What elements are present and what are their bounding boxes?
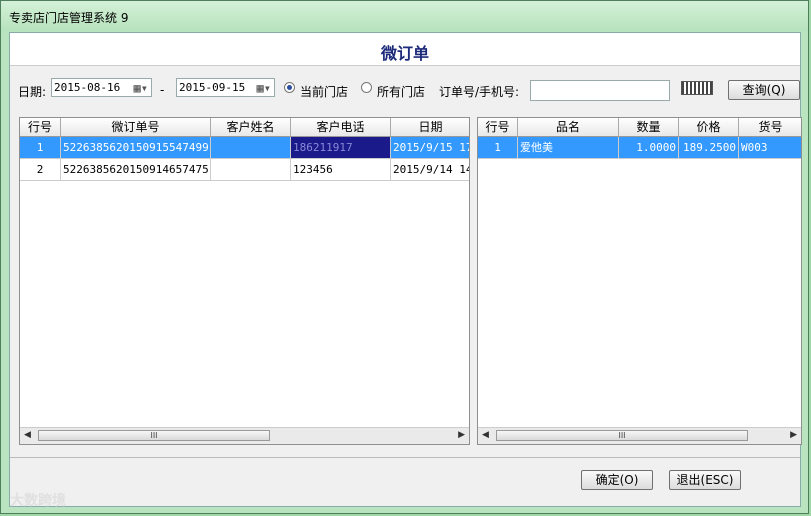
query-button[interactable]: 查询(Q) xyxy=(728,80,800,100)
order-phone-label: 订单号/手机号: xyxy=(439,85,520,99)
order-phone-input[interactable] xyxy=(530,80,670,101)
customer-name xyxy=(211,137,291,159)
scroll-right-icon[interactable]: ▶ xyxy=(458,430,465,440)
customer-phone: 123456 xyxy=(291,159,391,181)
orders-horizontal-scrollbar[interactable]: ◀ III ▶ xyxy=(20,427,469,444)
order-id: 522638562015091465747510 xyxy=(61,159,211,181)
table-row[interactable]: 2 522638562015091465747510 123456 2015/9… xyxy=(20,159,469,181)
keyboard-icon[interactable] xyxy=(681,81,713,95)
orders-table-header: 行号 微订单号 客户姓名 客户电话 日期 xyxy=(20,118,469,137)
dialog-content: 微订单 日期: 2015-08-16 ▦▾ - 2015-09-15 ▦▾ 当前… xyxy=(9,32,802,508)
order-id: 52263856201509155474991O xyxy=(61,137,211,159)
date-separator: - xyxy=(160,83,165,97)
page-title: 微订单 xyxy=(380,44,429,63)
column-header[interactable]: 品名 xyxy=(518,118,619,136)
scroll-left-icon[interactable]: ◀ xyxy=(24,430,31,440)
start-date-value: 2015-08-16 xyxy=(54,81,121,94)
column-header[interactable]: 客户电话 xyxy=(291,118,391,136)
table-row[interactable]: 1 52263856201509155474991O 186211917 201… xyxy=(20,137,469,159)
order-items-table: 行号 品名 数量 价格 货号 1 爱他美 1.0000 189.2500 W00… xyxy=(477,117,802,445)
calendar-dropdown-icon[interactable]: ▦▾ xyxy=(257,81,271,95)
row-number: 2 xyxy=(20,159,61,181)
row-number: 1 xyxy=(20,137,61,159)
column-header[interactable]: 货号 xyxy=(739,118,801,136)
app-window: 专卖店门店管理系统 9 微订单 日期: 2015-08-16 ▦▾ - 2015… xyxy=(0,0,809,514)
end-date-value: 2015-09-15 xyxy=(179,81,246,94)
exit-button[interactable]: 退出(ESC) xyxy=(669,470,741,490)
column-header[interactable]: 微订单号 xyxy=(61,118,211,136)
title-bar: 专卖店门店管理系统 9 xyxy=(1,1,808,31)
start-date-picker[interactable]: 2015-08-16 ▦▾ xyxy=(51,78,152,97)
scope-current-label[interactable]: 当前门店 xyxy=(300,83,348,100)
quantity: 1.0000 xyxy=(619,137,679,159)
scroll-right-icon[interactable]: ▶ xyxy=(790,430,797,440)
date-label: 日期: xyxy=(18,85,47,99)
dialog-footer: 确定(O) 退出(ESC) xyxy=(10,457,800,508)
calendar-dropdown-icon[interactable]: ▦▾ xyxy=(134,81,148,95)
scroll-thumb[interactable]: III xyxy=(38,430,270,441)
filter-bar: 日期: 2015-08-16 ▦▾ - 2015-09-15 ▦▾ 当前门店 所… xyxy=(10,77,800,103)
order-date: 2015/9/14 14: xyxy=(391,159,469,181)
watermark-logo: 大数跨境 xyxy=(10,493,66,509)
column-header[interactable]: 数量 xyxy=(619,118,679,136)
orders-table: 行号 微订单号 客户姓名 客户电话 日期 1 52263856201509155… xyxy=(19,117,470,445)
customer-phone: 186211917 xyxy=(291,137,391,159)
scope-current-radio[interactable] xyxy=(284,82,295,93)
price: 189.2500 xyxy=(679,137,739,159)
table-row[interactable]: 1 爱他美 1.0000 189.2500 W003 xyxy=(478,137,801,159)
column-header[interactable]: 日期 xyxy=(391,118,469,136)
product-name: 爱他美 xyxy=(518,137,619,159)
ok-button[interactable]: 确定(O) xyxy=(581,470,653,490)
page-header: 微订单 xyxy=(10,33,800,66)
sku: W003 xyxy=(739,137,801,159)
scroll-thumb[interactable]: III xyxy=(496,430,748,441)
scroll-left-icon[interactable]: ◀ xyxy=(482,430,489,440)
column-header[interactable]: 行号 xyxy=(478,118,518,136)
items-horizontal-scrollbar[interactable]: ◀ III ▶ xyxy=(478,427,801,444)
row-number: 1 xyxy=(478,137,518,159)
window-title: 专卖店门店管理系统 9 xyxy=(9,11,129,25)
order-date: 2015/9/15 17: xyxy=(391,137,469,159)
items-table-header: 行号 品名 数量 价格 货号 xyxy=(478,118,801,137)
scope-all-radio[interactable] xyxy=(361,82,372,93)
column-header[interactable]: 行号 xyxy=(20,118,61,136)
column-header[interactable]: 价格 xyxy=(679,118,739,136)
column-header[interactable]: 客户姓名 xyxy=(211,118,291,136)
customer-name xyxy=(211,159,291,181)
scope-all-label[interactable]: 所有门店 xyxy=(377,83,425,100)
end-date-picker[interactable]: 2015-09-15 ▦▾ xyxy=(176,78,275,97)
